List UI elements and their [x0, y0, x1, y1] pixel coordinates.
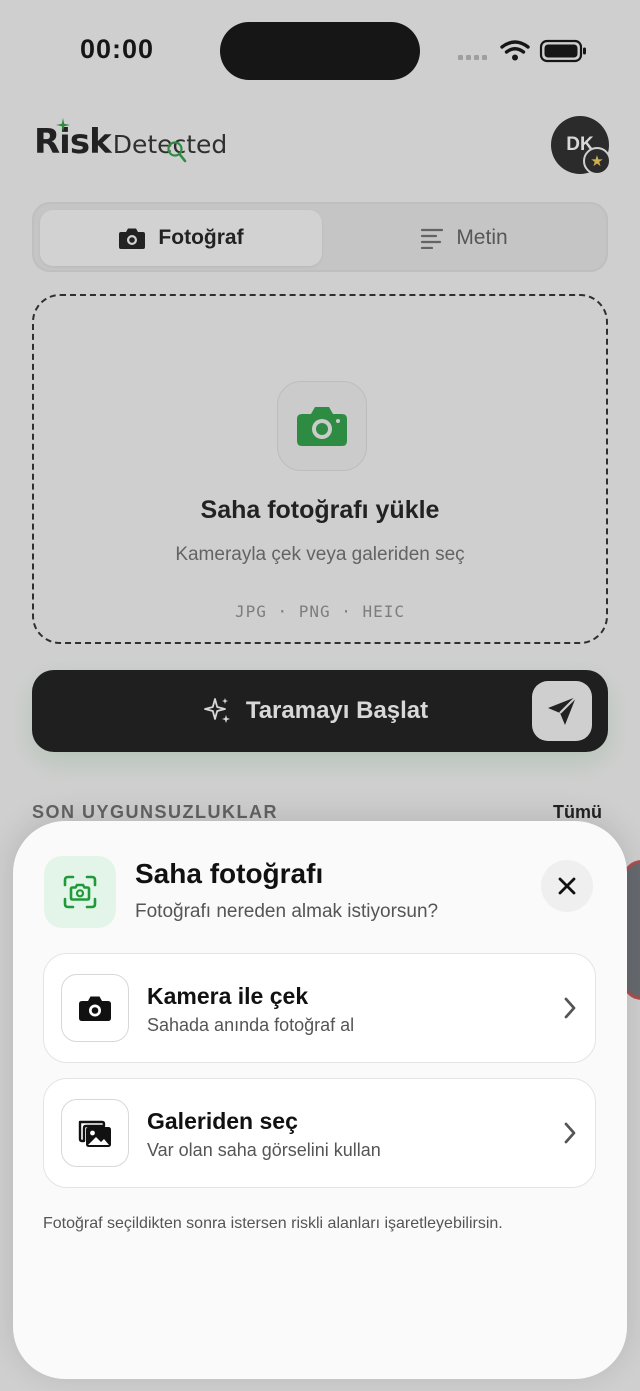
app-screen: 00:00 Risk Detected DK ★ Fotoğraf Metin …: [0, 0, 640, 1391]
chevron-right-icon: [564, 997, 576, 1019]
chevron-right-icon: [564, 1122, 576, 1144]
gallery-option-icon-tile: [61, 1099, 129, 1167]
camera-option-icon-tile: [61, 974, 129, 1042]
camera-scan-icon: [63, 875, 97, 909]
camera-option-title: Kamera ile çek: [147, 983, 309, 1009]
photo-source-sheet: Saha fotoğrafı Fotoğrafı nereden almak i…: [13, 821, 627, 1379]
gallery-option-title: Galeriden seç: [147, 1108, 298, 1134]
gallery-icon: [78, 1120, 111, 1147]
sheet-icon-tile: [44, 856, 116, 928]
close-icon: [558, 877, 576, 895]
close-button[interactable]: [541, 860, 593, 912]
camera-option-subtitle: Sahada anında fotoğraf al: [147, 1015, 355, 1035]
sheet-title: Saha fotoğrafı: [135, 858, 324, 889]
gallery-option-subtitle: Var olan saha görselini kullan: [147, 1140, 381, 1160]
sheet-footnote: Fotoğraf seçildikten sonra istersen risk…: [43, 1215, 503, 1232]
camera-option[interactable]: Kamera ile çek Sahada anında fotoğraf al: [43, 953, 596, 1063]
sheet-subtitle: Fotoğrafı nereden almak istiyorsun?: [135, 901, 439, 922]
camera-icon: [79, 996, 111, 1021]
gallery-option[interactable]: Galeriden seç Var olan saha görselini ku…: [43, 1078, 596, 1188]
